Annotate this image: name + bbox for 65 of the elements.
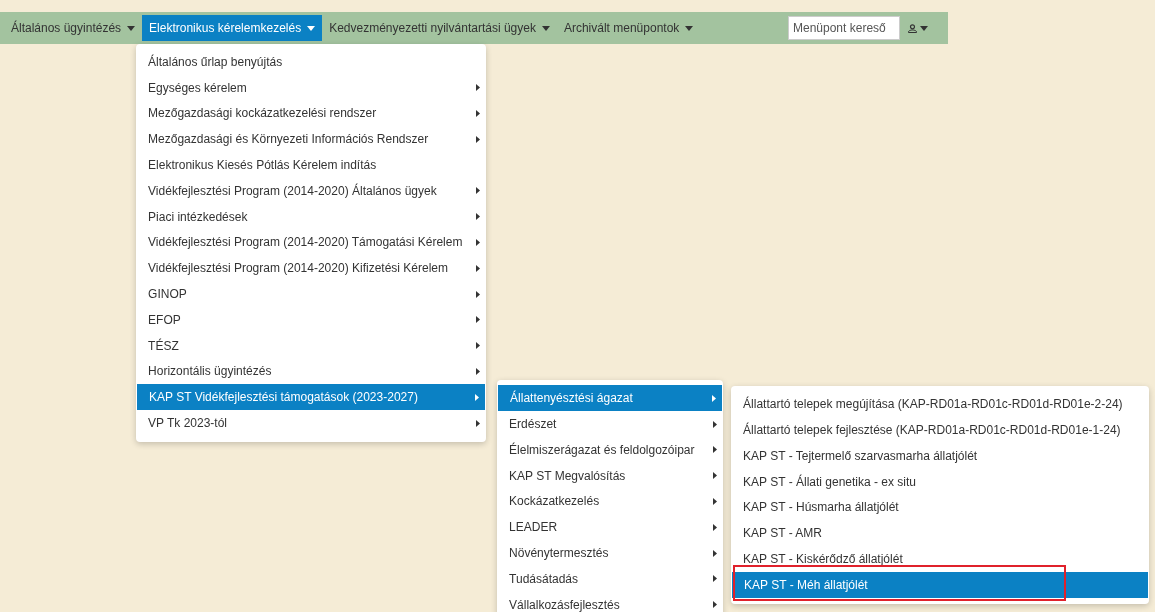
menu-item[interactable]: KAP ST - Méh állatjólét <box>732 571 1149 598</box>
menu-item[interactable]: Mezőgazdasági és Környezeti Információs Rendszer <box>136 126 487 153</box>
caret-down-icon <box>541 25 550 31</box>
caret-right-icon <box>475 393 480 401</box>
caret-right-icon <box>713 549 718 557</box>
user-icon <box>908 23 917 33</box>
menu-item[interactable]: LEADER <box>497 514 724 541</box>
caret-right-icon <box>476 419 481 427</box>
nav-menu-item[interactable]: Általános ügyintézés <box>4 12 143 44</box>
search-field[interactable]: Menüpont kereső <box>788 16 900 40</box>
menu-item[interactable]: KAP ST Vidékfejlesztési támogatások (2023-2027) <box>137 384 486 411</box>
menu-item[interactable]: Vállalkozásfejlesztés <box>497 591 724 612</box>
nav-menu-item[interactable]: Kedvezményezetti nyilvántartási ügyek <box>322 12 557 44</box>
menu-item[interactable]: Növénytermesztés <box>497 540 724 566</box>
menu-item[interactable]: EFOP <box>136 306 487 333</box>
caret-right-icon <box>713 420 718 428</box>
caret-right-icon <box>713 601 718 609</box>
caret-right-icon <box>476 238 481 246</box>
caret-right-icon <box>476 110 481 117</box>
caret-right-icon <box>476 84 481 92</box>
caret-right-icon <box>476 135 481 143</box>
menu-item[interactable]: GINOP <box>136 281 487 307</box>
menu-item[interactable]: KAP ST - AMR <box>731 520 1150 547</box>
menu-item[interactable]: Vidékfejlesztési Program (2014-2020) Kifizetési Kérelem <box>136 255 487 282</box>
menu-item[interactable]: KAP ST - Húsmarha állatjólét <box>731 494 1150 521</box>
caret-down-icon <box>307 25 316 31</box>
menu-item[interactable]: Vidékfejlesztési Program (2014-2020) Támogatási Kérelem <box>136 229 487 256</box>
caret-right-icon <box>713 497 718 505</box>
menu-item[interactable]: KAP ST - Kiskérődző állatjólét <box>731 546 1150 572</box>
menu-item[interactable]: VP Tk 2023-tól <box>136 410 487 436</box>
menu-item[interactable]: Piaci intézkedések <box>136 203 487 230</box>
menu-item[interactable]: Horizontális ügyintézés <box>136 358 487 385</box>
menu-item[interactable]: Állattartó telepek fejlesztése (KAP-RD01a-RD01c-RD01d-RD01e-1-24) <box>731 417 1150 443</box>
caret-right-icon <box>476 213 481 221</box>
menu-item[interactable]: Egységes kérelem <box>136 74 487 101</box>
menu-item[interactable]: Mezőgazdasági kockázatkezelési rendszer <box>136 100 487 127</box>
menu-item[interactable]: Erdészet <box>497 411 724 437</box>
caret-right-icon <box>476 367 481 375</box>
menu-item[interactable]: Általános űrlap benyújtás <box>136 49 487 75</box>
menu-item[interactable]: Állattenyésztési ágazat <box>498 385 723 412</box>
menu-item[interactable]: Élelmiszerágazat és feldolgozóipar <box>497 436 724 463</box>
caret-down-icon <box>127 25 136 31</box>
menu-item[interactable]: Elektronikus Kiesés Pótlás Kérelem indítás <box>136 152 487 178</box>
caret-right-icon <box>713 472 718 480</box>
caret-down-icon <box>685 25 694 31</box>
caret-right-icon <box>476 290 481 298</box>
caret-right-icon <box>476 187 481 195</box>
caret-right-icon <box>713 446 718 454</box>
caret-right-icon <box>713 523 718 531</box>
caret-right-icon <box>713 575 718 583</box>
menu-item[interactable]: KAP ST - Tejtermelő szarvasmarha állatjólét <box>731 442 1150 469</box>
nav-menu-item[interactable]: Elektronikus kérelemkezelés <box>142 15 323 41</box>
caret-right-icon <box>476 264 481 272</box>
caret-down-icon <box>920 25 928 31</box>
caret-right-icon <box>476 316 481 324</box>
menu-item[interactable]: KAP ST Megvalósítás <box>497 462 724 489</box>
nav-menu-item[interactable]: Archivált menüpontok <box>556 12 701 44</box>
menu-item[interactable]: TÉSZ <box>136 332 487 359</box>
caret-right-icon <box>712 394 717 402</box>
menu-item[interactable]: KAP ST - Állati genetika - ex situ <box>731 468 1150 495</box>
menu-item[interactable]: Állattartó telepek megújítása (KAP-RD01a-RD01c-RD01d-RD01e-2-24) <box>731 391 1150 418</box>
menu-item[interactable]: Vidékfejlesztési Program (2014-2020) Általános ügyek <box>136 178 487 204</box>
menu-item[interactable]: Tudásátadás <box>497 565 724 592</box>
caret-right-icon <box>476 342 481 350</box>
menu-item[interactable]: Kockázatkezelés <box>497 488 724 515</box>
